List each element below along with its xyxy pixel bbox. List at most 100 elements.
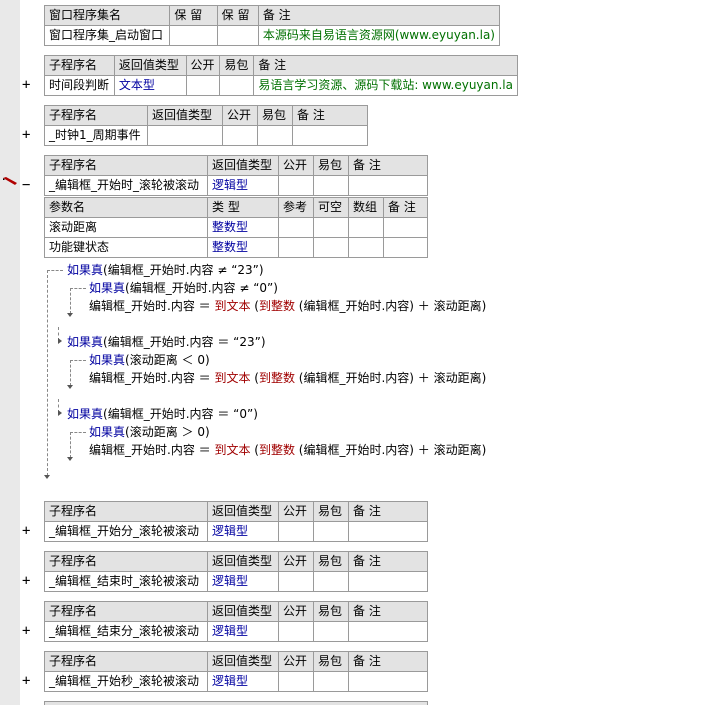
col-header: 公开 bbox=[278, 651, 314, 672]
col-header: 备 注 bbox=[348, 501, 428, 522]
public-cell[interactable] bbox=[185, 75, 221, 96]
col-header: 子程序名 bbox=[44, 105, 148, 126]
sub-return-type[interactable]: 逻辑型 bbox=[207, 621, 279, 642]
col-header: 备 注 bbox=[253, 55, 518, 76]
param-name[interactable]: 功能键状态 bbox=[44, 237, 208, 258]
public-cell[interactable] bbox=[278, 521, 314, 542]
code-line-assign[interactable]: 编辑框_开始时.内容 ＝ 到文本 (到整数 (编辑框_开始时.内容) ＋ 滚动距… bbox=[89, 442, 486, 458]
expand-sub-button[interactable]: + bbox=[22, 127, 30, 143]
flow-guide bbox=[70, 360, 86, 361]
sub-note[interactable] bbox=[348, 521, 428, 542]
code-line-if[interactable]: 如果真(编辑框_开始时.内容 ＝ “23”) bbox=[67, 334, 266, 350]
public-cell[interactable] bbox=[222, 125, 258, 146]
condition: (编辑框_开始时.内容 ≠ “23”) bbox=[103, 263, 264, 277]
params-table: 参数名 类 型 参考 可空 数组 备 注 滚动距离 整数型 功能键状态 整数型 bbox=[44, 197, 428, 258]
param-array-cell[interactable] bbox=[348, 217, 384, 238]
sub-return-type[interactable]: 逻辑型 bbox=[207, 175, 279, 196]
condition: (滚动距离 ＞ 0) bbox=[125, 425, 210, 439]
flow-arrow bbox=[67, 385, 73, 389]
code-line-if[interactable]: 如果真(编辑框_开始时.内容 ＝ “0”) bbox=[67, 406, 258, 422]
sub-table: 子程序名 返回值类型 公开 易包 备 注 _编辑框_结束时_滚轮被滚动 逻辑型 bbox=[44, 551, 428, 592]
expand-sub-button[interactable]: + bbox=[22, 523, 30, 539]
function-name: 到整数 bbox=[258, 443, 295, 457]
code-line-if[interactable]: 如果真(滚动距离 ＞ 0) bbox=[89, 424, 210, 440]
keyword: 如果真 bbox=[67, 407, 104, 421]
condition: (编辑框_开始时.内容 ≠ “0”) bbox=[125, 281, 278, 295]
code-line-if[interactable]: 如果真(编辑框_开始时.内容 ≠ “0”) bbox=[89, 280, 278, 296]
sub-note[interactable] bbox=[348, 175, 428, 196]
sub-note[interactable]: 易语言学习资源、源码下载站: www.eyuyan.la bbox=[253, 75, 518, 96]
statement: 编辑框_开始时.内容 ＝ bbox=[89, 443, 215, 457]
program-set-name[interactable]: 窗口程序集_启动窗口 bbox=[43, 25, 171, 46]
flow-arrow bbox=[58, 410, 62, 416]
code-line-assign[interactable]: 编辑框_开始时.内容 ＝ 到文本 (到整数 (编辑框_开始时.内容) ＋ 滚动距… bbox=[89, 370, 486, 386]
param-ref-cell[interactable] bbox=[278, 217, 314, 238]
col-header: 保 留 bbox=[169, 5, 218, 26]
sub-note[interactable] bbox=[292, 125, 368, 146]
param-optional-cell[interactable] bbox=[313, 217, 349, 238]
epkg-cell[interactable] bbox=[313, 621, 349, 642]
col-header: 返回值类型 bbox=[207, 551, 279, 572]
flow-guide bbox=[47, 270, 63, 271]
keyword: 如果真 bbox=[89, 425, 126, 439]
col-header: 可空 bbox=[313, 197, 349, 218]
col-header: 易包 bbox=[257, 105, 293, 126]
code-line-if[interactable]: 如果真(滚动距离 ＜ 0) bbox=[89, 352, 210, 368]
public-cell[interactable] bbox=[278, 621, 314, 642]
sub-name[interactable]: _编辑框_结束时_滚轮被滚动 bbox=[44, 571, 208, 592]
epkg-cell[interactable] bbox=[257, 125, 293, 146]
public-cell[interactable] bbox=[278, 671, 314, 692]
expand-sub-button[interactable]: + bbox=[22, 77, 30, 93]
program-set-note[interactable]: 本源码来自易语言资源网(www.eyuyan.la) bbox=[257, 25, 501, 46]
col-header: 公开 bbox=[185, 55, 221, 76]
param-optional-cell[interactable] bbox=[313, 237, 349, 258]
param-name[interactable]: 滚动距离 bbox=[44, 217, 208, 238]
sub-note[interactable] bbox=[348, 571, 428, 592]
param-ref-cell[interactable] bbox=[278, 237, 314, 258]
collapse-sub-button[interactable]: − bbox=[22, 177, 30, 193]
param-note-cell[interactable] bbox=[383, 237, 428, 258]
col-header: 备 注 bbox=[348, 551, 428, 572]
epkg-cell[interactable] bbox=[313, 671, 349, 692]
sub-note[interactable] bbox=[348, 671, 428, 692]
code-line-assign[interactable]: 编辑框_开始时.内容 ＝ 到文本 (到整数 (编辑框_开始时.内容) ＋ 滚动距… bbox=[89, 298, 486, 314]
sub-name[interactable]: _编辑框_开始秒_滚轮被滚动 bbox=[44, 671, 208, 692]
col-header: 备 注 bbox=[383, 197, 428, 218]
sub-return-type[interactable] bbox=[147, 125, 223, 146]
statement: ( bbox=[250, 371, 259, 385]
sub-name[interactable]: _编辑框_开始分_滚轮被滚动 bbox=[44, 521, 208, 542]
code-line-if[interactable]: 如果真(编辑框_开始时.内容 ≠ “23”) bbox=[67, 262, 264, 278]
sub-return-type[interactable]: 逻辑型 bbox=[207, 671, 279, 692]
expand-sub-button[interactable]: + bbox=[22, 673, 30, 689]
flow-guide bbox=[47, 270, 48, 476]
flow-arrow bbox=[44, 475, 50, 479]
col-header: 子程序名 bbox=[44, 551, 208, 572]
sub-return-type[interactable]: 文本型 bbox=[113, 75, 187, 96]
sub-name[interactable]: 时间段判断 bbox=[44, 75, 115, 96]
sub-name[interactable]: _时钟1_周期事件 bbox=[44, 125, 148, 146]
param-array-cell[interactable] bbox=[348, 237, 384, 258]
reserved-cell[interactable] bbox=[169, 25, 218, 46]
epkg-cell[interactable] bbox=[313, 175, 349, 196]
reserved-cell[interactable] bbox=[216, 25, 259, 46]
col-header: 备 注 bbox=[348, 601, 428, 622]
public-cell[interactable] bbox=[278, 571, 314, 592]
param-type[interactable]: 整数型 bbox=[207, 237, 279, 258]
expand-sub-button[interactable]: + bbox=[22, 573, 30, 589]
epkg-cell[interactable] bbox=[313, 521, 349, 542]
expand-sub-button[interactable]: + bbox=[22, 623, 30, 639]
public-cell[interactable] bbox=[278, 175, 314, 196]
col-header: 公开 bbox=[222, 105, 258, 126]
sub-table-timeseg: 子程序名 返回值类型 公开 易包 备 注 时间段判断 文本型 易语言学习资源、源… bbox=[44, 55, 518, 96]
col-header: 易包 bbox=[313, 651, 349, 672]
sub-name[interactable]: _编辑框_开始时_滚轮被滚动 bbox=[44, 175, 208, 196]
param-note-cell[interactable] bbox=[383, 217, 428, 238]
epkg-cell[interactable] bbox=[219, 75, 255, 96]
sub-return-type[interactable]: 逻辑型 bbox=[207, 571, 279, 592]
param-type[interactable]: 整数型 bbox=[207, 217, 279, 238]
sub-return-type[interactable]: 逻辑型 bbox=[207, 521, 279, 542]
sub-note[interactable] bbox=[348, 621, 428, 642]
flow-arrow bbox=[67, 457, 73, 461]
epkg-cell[interactable] bbox=[313, 571, 349, 592]
sub-name[interactable]: _编辑框_结束分_滚轮被滚动 bbox=[44, 621, 208, 642]
